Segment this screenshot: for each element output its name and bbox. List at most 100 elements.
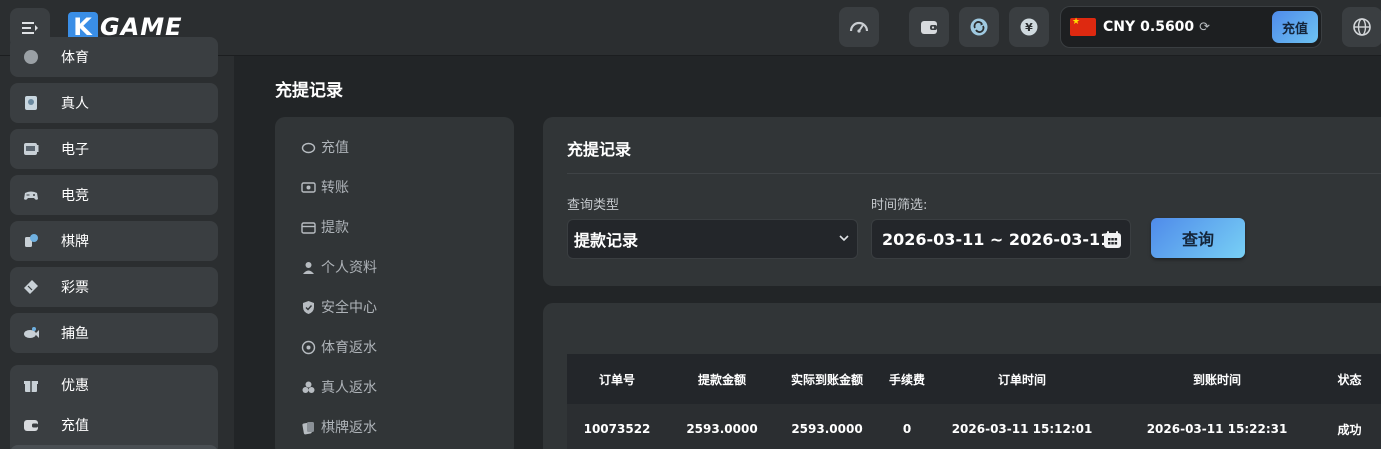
deposit-button[interactable]: 充值: [1272, 11, 1318, 43]
panel-title: 充提记录: [567, 140, 632, 159]
sidebar-item-label: 优惠: [61, 378, 89, 394]
sidebar-item-label: 棋牌: [61, 234, 89, 250]
col-arrival-time: 到账时间: [1192, 372, 1241, 387]
withdraw-icon: [300, 219, 316, 235]
sidebar-item-label: 电竞: [61, 188, 89, 204]
nav-item-label: 转账: [321, 180, 349, 196]
cell-actual-amount: 2593.0000: [791, 422, 863, 436]
fish-icon: [21, 323, 41, 343]
col-order-no: 订单号: [598, 372, 635, 387]
user-icon: [300, 259, 316, 275]
cell-withdraw-amount: 2593.0000: [686, 422, 758, 436]
sidebar-item-active-partial[interactable]: [10, 445, 218, 449]
nav-item-label: 棋牌返水: [321, 420, 377, 436]
live-casino-icon: [21, 93, 41, 113]
speedometer-icon: [849, 21, 869, 33]
page-title: 充提记录: [275, 81, 343, 101]
refresh-balance-icon[interactable]: ⟳: [1199, 20, 1210, 35]
shield-icon: [300, 299, 316, 315]
balance-box: CNY 0.5600 ⟳ 充值: [1060, 6, 1322, 48]
sidebar-item-slots[interactable]: 电子: [10, 129, 218, 169]
account-nav: 充值 转账 提款 个人资料 安全中心 体育返水 真人返水 棋牌返水: [275, 117, 514, 449]
date-range-input[interactable]: 2026-03-11 ~ 2026-03-11: [871, 219, 1131, 259]
sidebar-item-promotions[interactable]: 优惠: [10, 365, 218, 405]
wallet-button[interactable]: [909, 7, 949, 47]
table-row: 10073522 2593.0000 2593.0000 0 2026-03-1…: [567, 404, 1381, 449]
lottery-ticket-icon: [21, 277, 41, 297]
nav-item-label: 充值: [321, 140, 349, 156]
nav-item-sports-rebate[interactable]: 体育返水: [300, 337, 377, 357]
query-type-label: 查询类型: [567, 198, 620, 213]
filter-panel: 充提记录 查询类型 时间筛选: 提款记录 2026-03-11 ~ 2026-0…: [543, 117, 1381, 286]
sidebar-item-live[interactable]: 真人: [10, 83, 218, 123]
sidebar: 体育 真人 电子 电竞 棋牌 彩票 捕鱼 优惠 充值: [0, 37, 234, 449]
nav-item-deposit[interactable]: 充值: [300, 137, 349, 157]
date-range-value: 2026-03-11 ~ 2026-03-11: [882, 229, 1112, 249]
nav-item-transfer[interactable]: 转账: [300, 177, 349, 197]
col-order-time: 订单时间: [997, 372, 1046, 387]
nav-item-profile[interactable]: 个人资料: [300, 257, 377, 277]
cell-order-no: 10073522: [583, 422, 651, 436]
sidebar-item-esports[interactable]: 电竞: [10, 175, 218, 215]
live-rebate-icon: [300, 379, 316, 395]
col-fee: 手续费: [888, 372, 925, 387]
table-header-row: 订单号 提款金额 实际到账金额 手续费 订单时间 到账时间 状态: [567, 354, 1381, 404]
nav-item-label: 提款: [321, 220, 349, 236]
calendar-icon[interactable]: [1103, 230, 1122, 249]
transfer-icon: [970, 18, 988, 36]
wallet-icon: [921, 21, 937, 34]
balance-currency: CNY: [1103, 19, 1136, 35]
query-type-value: 提款记录: [574, 231, 639, 250]
nav-item-label: 安全中心: [321, 300, 377, 316]
nav-item-label: 真人返水: [321, 380, 377, 396]
col-withdraw-amount: 提款金额: [697, 372, 746, 387]
language-button[interactable]: [1342, 7, 1381, 47]
nav-item-live-rebate[interactable]: 真人返水: [300, 377, 377, 397]
sidebar-item-chess-cards[interactable]: 棋牌: [10, 221, 218, 261]
menu-icon: [22, 22, 38, 34]
transfer-icon: [300, 179, 316, 195]
query-type-select[interactable]: 提款记录: [567, 219, 858, 259]
sidebar-item-lottery[interactable]: 彩票: [10, 267, 218, 307]
chevron-down-icon: [839, 235, 849, 242]
sidebar-item-deposit[interactable]: 充值: [10, 405, 218, 445]
withdraw-button[interactable]: ¥: [1009, 7, 1049, 47]
sidebar-group: 优惠 充值: [10, 365, 218, 449]
sidebar-item-label: 电子: [61, 142, 89, 158]
col-actual-amount: 实际到账金额: [790, 372, 863, 387]
cell-arrival-time: 2026-03-11 15:22:31: [1146, 422, 1288, 436]
sidebar-item-label: 彩票: [61, 280, 89, 296]
china-flag-icon: [1070, 17, 1096, 36]
sidebar-item-label: 充值: [61, 418, 89, 434]
nav-item-security[interactable]: 安全中心: [300, 297, 377, 317]
nav-item-withdraw[interactable]: 提款: [300, 217, 349, 237]
gift-icon: [21, 375, 41, 395]
wallet-icon: [21, 415, 41, 435]
col-status: 状态: [1337, 372, 1362, 387]
piggy-bank-icon: [300, 139, 316, 155]
cell-status: 成功: [1337, 422, 1362, 437]
sidebar-item-fishing[interactable]: 捕鱼: [10, 313, 218, 353]
nav-item-label: 体育返水: [321, 340, 377, 356]
withdraw-yen-icon: ¥: [1020, 18, 1038, 36]
svg-text:¥: ¥: [1025, 21, 1033, 34]
cell-fee: 0: [902, 422, 912, 436]
transfer-refresh-button[interactable]: [959, 7, 999, 47]
card-rebate-icon: [300, 419, 316, 435]
gamepad-icon: [21, 185, 41, 205]
sidebar-item-label: 真人: [61, 96, 89, 112]
slot-icon: [21, 139, 41, 159]
nav-item-label: 个人资料: [321, 260, 377, 276]
speedometer-button[interactable]: [839, 7, 879, 47]
sidebar-item-label: 捕鱼: [61, 326, 89, 342]
nav-item-card-rebate[interactable]: 棋牌返水: [300, 417, 377, 437]
sidebar-item-sports[interactable]: 体育: [10, 37, 218, 77]
globe-icon: [1353, 18, 1371, 36]
balance-amount: 0.5600: [1140, 19, 1195, 35]
panel-divider: [567, 173, 1381, 174]
query-button[interactable]: 查询: [1151, 218, 1245, 258]
time-filter-label: 时间筛选:: [871, 198, 928, 213]
cell-order-time: 2026-03-11 15:12:01: [951, 422, 1093, 436]
records-table-panel: 订单号 提款金额 实际到账金额 手续费 订单时间 到账时间 状态 1007352…: [543, 303, 1381, 449]
sports-icon: [21, 47, 41, 67]
